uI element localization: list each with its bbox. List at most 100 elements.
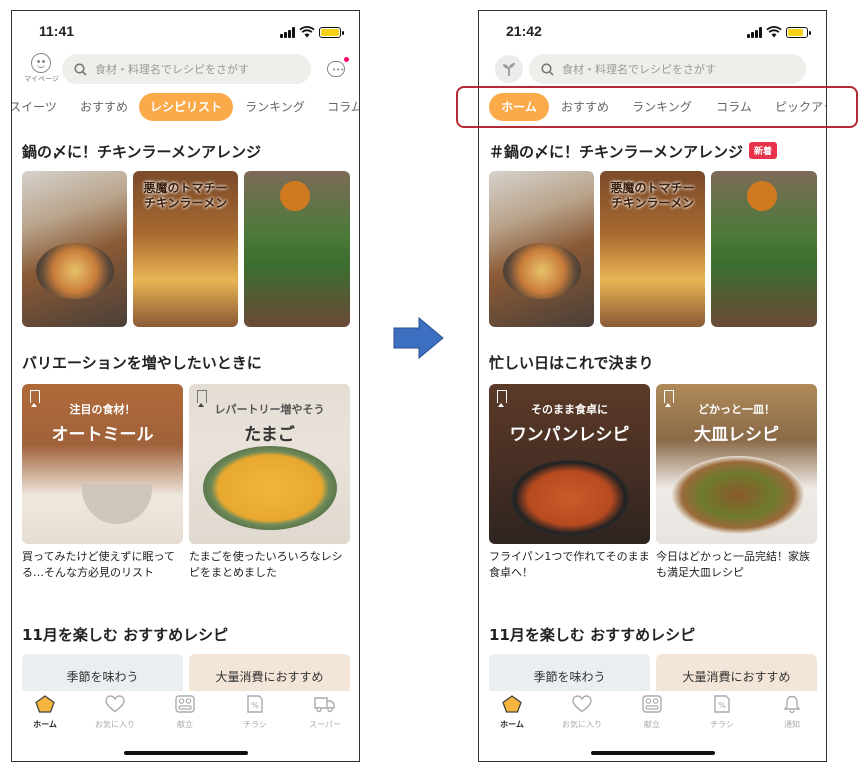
phone-screen-before: 11:41 マイページ 食材・料理名でレシピをさがす ••• スイーツ おすすめ… [11, 10, 360, 762]
status-time: 11:41 [39, 23, 75, 39]
flyer-icon: % [247, 695, 263, 713]
status-time: 21:42 [506, 23, 542, 39]
tabbar-label: チラシ [243, 720, 267, 729]
card-caption: 買ってみたけど使えずに眠ってる…そんな方必見のリスト [22, 550, 175, 579]
tabbar-menu[interactable]: 献立 [622, 695, 682, 730]
search-placeholder: 食材・料理名でレシピをさがす [562, 63, 716, 76]
battery-icon [319, 26, 344, 38]
card-caption: フライパン1つで作れてそのまま食卓へ！ [489, 550, 650, 579]
tabbar-home[interactable]: ホーム [482, 695, 542, 730]
wifi-icon [766, 26, 782, 38]
card-caption: たまごを使ったいろいろなレシピをまとめました [189, 550, 343, 579]
sprout-icon [503, 63, 515, 76]
tab-sweets[interactable]: スイーツ [12, 93, 58, 121]
search-input[interactable]: 食材・料理名でレシピをさがす [62, 54, 311, 84]
heart-icon [572, 695, 592, 713]
card-title: 大皿レシピ [694, 425, 779, 445]
mypage-label: マイページ [24, 75, 59, 83]
svg-text:%: % [718, 701, 726, 710]
card-subtitle: レパートリー増やそう [214, 403, 325, 416]
tabbar-flyer[interactable]: % チラシ [692, 695, 752, 730]
card-title: たまご [244, 425, 295, 445]
chat-icon[interactable]: ••• [327, 57, 349, 77]
tab-highlight-box [456, 86, 858, 128]
signal-icon [280, 26, 295, 38]
season-card[interactable]: 季節を味わう [22, 654, 183, 694]
season-card[interactable]: 大量消費におすすめ [656, 654, 817, 694]
card-caption: 今日はどかっと一品完結！家族も満足大皿レシピ [656, 550, 810, 579]
signal-icon [747, 26, 762, 38]
menu-plan-icon [175, 695, 195, 713]
heart-icon [105, 695, 125, 713]
thumbnail-text: 悪魔のトマチー チキンラーメン [610, 181, 695, 210]
category-tabs: スイーツ おすすめ レシピリスト ランキング コラム [12, 93, 359, 123]
tabbar-favorites[interactable]: お気に入り [85, 695, 145, 730]
tabbar-label: チラシ [710, 720, 734, 729]
truck-icon [314, 697, 335, 713]
tabbar-label: スーパー [309, 720, 341, 729]
section-title-november: 11月を楽しむ おすすめレシピ [489, 626, 696, 644]
tabbar-label: ホーム [500, 720, 524, 729]
home-indicator[interactable] [590, 751, 715, 755]
tabbar-label: ホーム [33, 720, 57, 729]
tab-column[interactable]: コラム [320, 93, 359, 121]
season-card[interactable]: 季節を味わう [489, 654, 650, 694]
tabbar-label: 通知 [784, 720, 800, 729]
tabbar-menu[interactable]: 献立 [155, 695, 215, 730]
mypage-button[interactable]: マイページ [24, 53, 59, 84]
tab-ranking[interactable]: ランキング [240, 93, 310, 121]
recipe-list-card[interactable]: 注目の食材！ オートミール [22, 384, 183, 544]
status-bar: 21:42 [479, 23, 826, 43]
recipe-thumbnail[interactable]: 悪魔のトマチー チキンラーメン [133, 171, 238, 327]
tabbar-supermarket[interactable]: スーパー [295, 695, 355, 730]
recipe-thumbnail[interactable] [711, 171, 817, 327]
season-card[interactable]: 大量消費におすすめ [189, 654, 350, 694]
section-title-chicken-ramen: 鍋の〆に！チキンラーメンアレンジ [22, 143, 261, 161]
tab-recommended[interactable]: おすすめ [74, 93, 134, 121]
recipe-thumbnail[interactable] [244, 171, 350, 327]
menu-plan-icon [642, 695, 662, 713]
recipe-list-card[interactable]: そのまま食卓に ワンパンレシピ [489, 384, 650, 544]
home-icon [35, 695, 55, 713]
tabbar-flyer[interactable]: % チラシ [225, 695, 285, 730]
flyer-icon: % [714, 695, 730, 713]
card-title: ワンパンレシピ [509, 425, 630, 445]
tabbar-label: 献立 [644, 720, 660, 729]
bell-icon [783, 695, 801, 714]
home-indicator[interactable] [123, 751, 248, 755]
bottom-tab-bar: ホーム お気に入り 献立 % チラシ スーパー [12, 691, 359, 761]
face-icon [31, 53, 51, 73]
section-title-busy-day: 忙しい日はこれで決まり [489, 354, 654, 372]
section-title-text: ＃鍋の〆に！チキンラーメンアレンジ [489, 143, 743, 161]
tabbar-favorites[interactable]: お気に入り [552, 695, 612, 730]
thumbnail-text: 悪魔のトマチー チキンラーメン [143, 181, 228, 210]
tabbar-label: お気に入り [95, 720, 135, 729]
recipe-thumbnail[interactable] [22, 171, 127, 327]
notification-dot [344, 57, 349, 62]
card-subtitle: どかっと一皿！ [698, 403, 775, 416]
status-bar: 11:41 [12, 23, 359, 43]
new-badge: 新着 [748, 142, 777, 159]
recipe-thumbnail[interactable]: 悪魔のトマチー チキンラーメン [600, 171, 705, 327]
bottom-tab-bar: ホーム お気に入り 献立 % チラシ 通知 [479, 691, 826, 761]
search-icon [541, 62, 554, 76]
search-icon [74, 62, 87, 76]
mypage-button[interactable] [495, 55, 523, 83]
search-input[interactable]: 食材・料理名でレシピをさがす [529, 54, 806, 84]
section-title-november: 11月を楽しむ おすすめレシピ [22, 626, 229, 644]
tabbar-notifications[interactable]: 通知 [762, 695, 822, 730]
battery-icon [786, 26, 811, 38]
tabbar-home[interactable]: ホーム [15, 695, 75, 730]
tabbar-label: お気に入り [562, 720, 602, 729]
tab-recipe-list[interactable]: レシピリスト [139, 93, 233, 121]
recipe-list-card[interactable]: レパートリー増やそう たまご [189, 384, 350, 544]
recipe-list-card[interactable]: どかっと一皿！ 大皿レシピ [656, 384, 817, 544]
wifi-icon [299, 26, 315, 38]
arrow-right-icon [393, 316, 444, 360]
search-placeholder: 食材・料理名でレシピをさがす [95, 63, 249, 76]
card-title: オートミール [51, 425, 154, 445]
card-subtitle: 注目の食材！ [69, 403, 136, 416]
section-title-variation: バリエーションを増やしたいときに [22, 354, 262, 372]
section-title-chicken-ramen: ＃鍋の〆に！チキンラーメンアレンジ 新着 [489, 141, 777, 162]
recipe-thumbnail[interactable] [489, 171, 594, 327]
